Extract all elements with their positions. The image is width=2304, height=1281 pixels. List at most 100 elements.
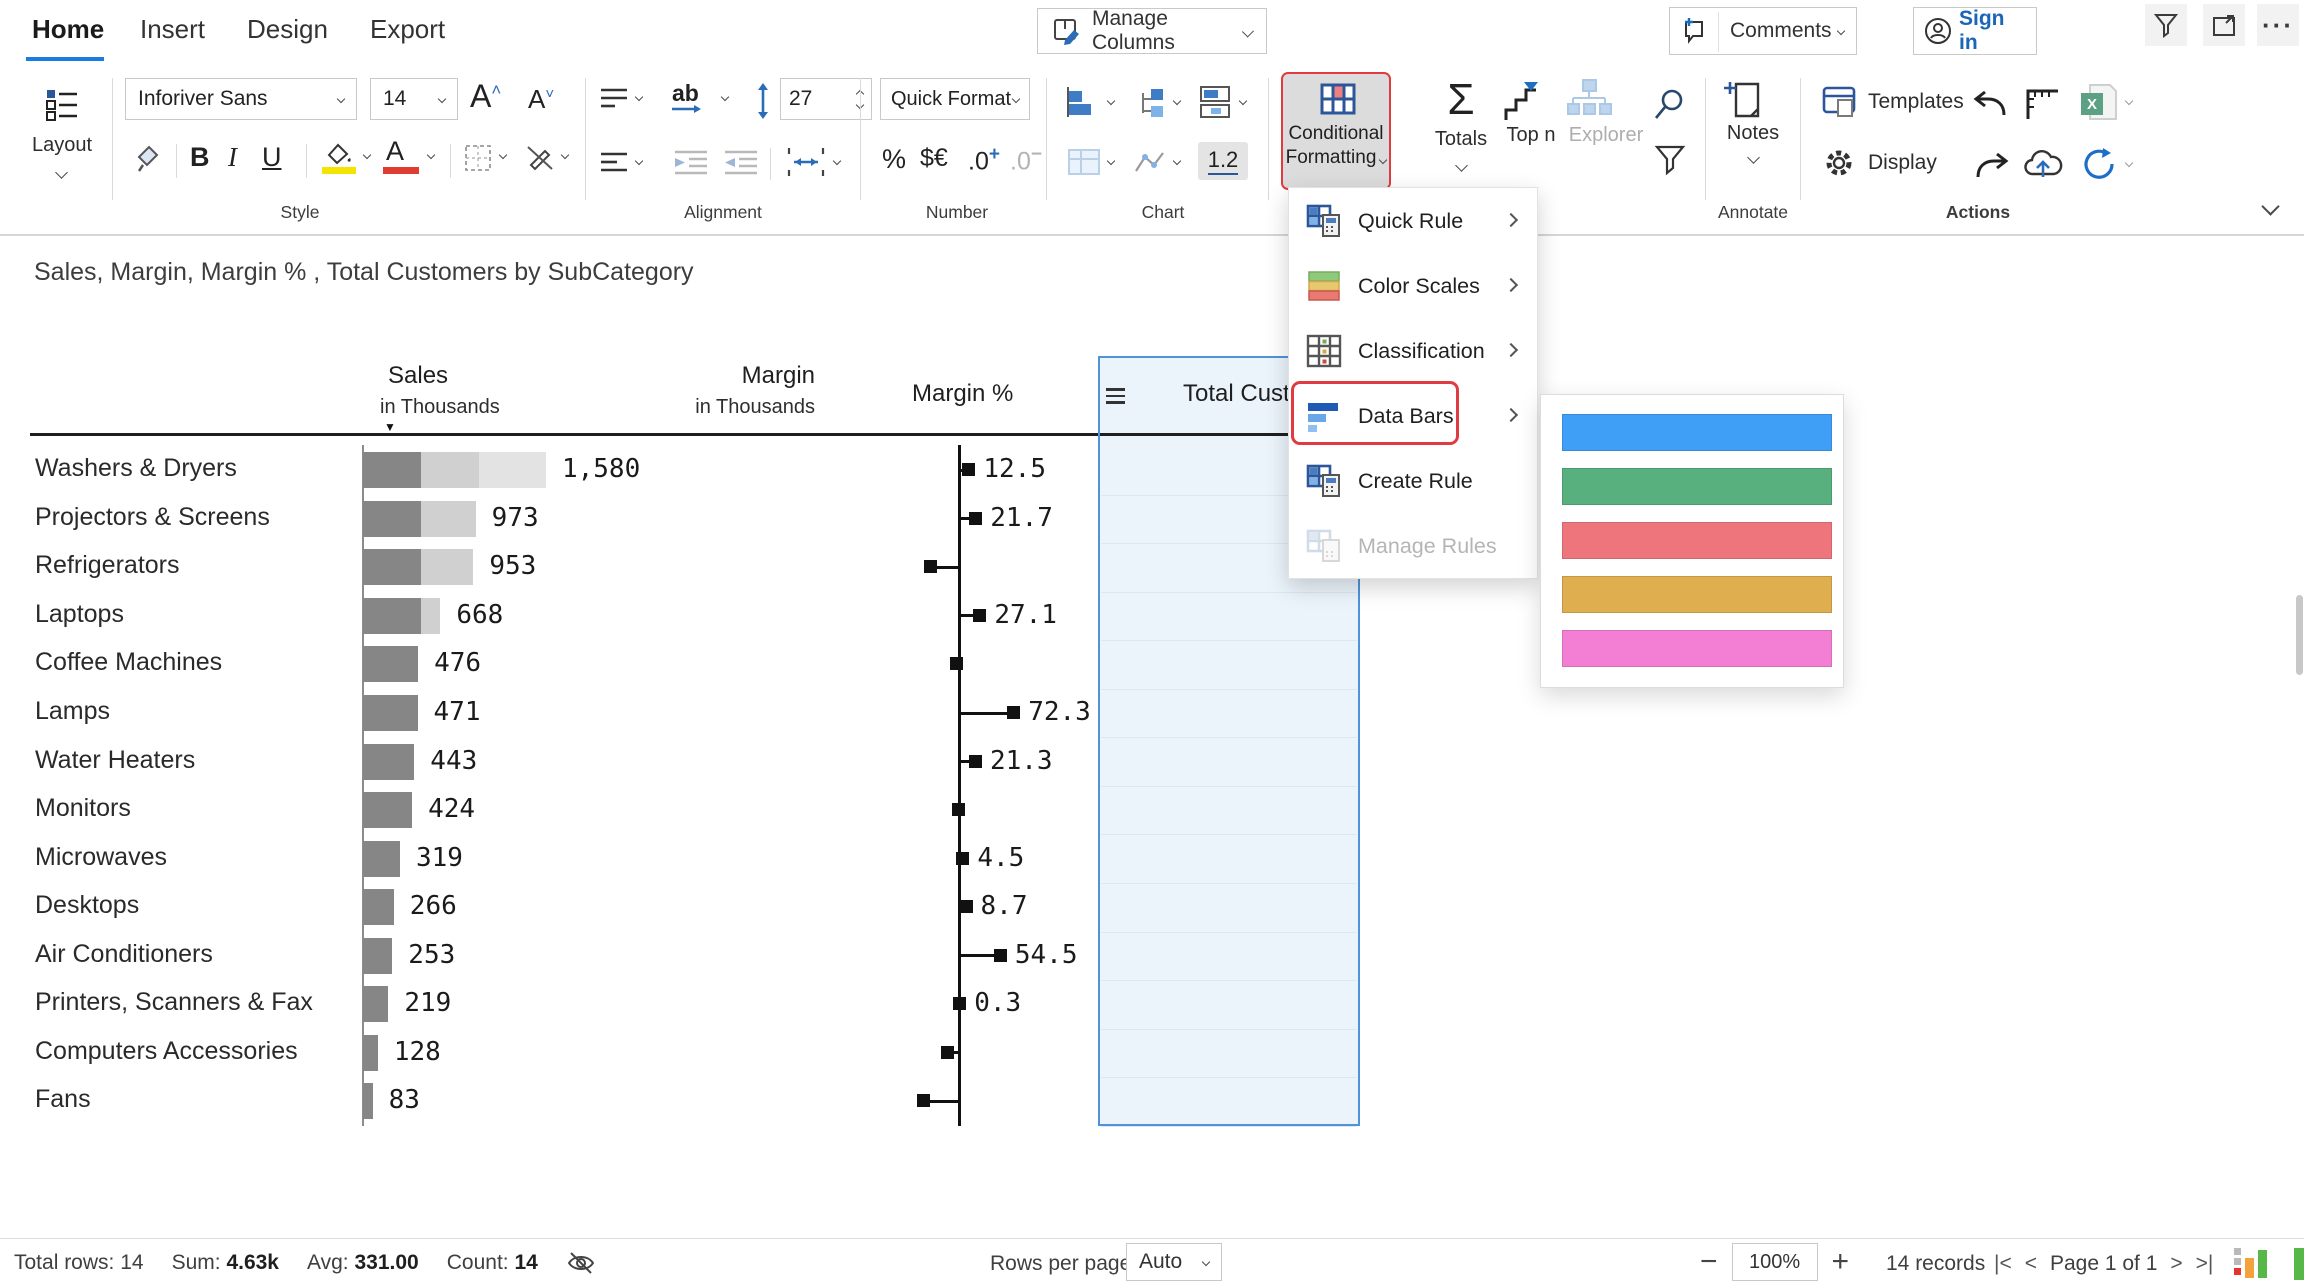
sales-value[interactable]: 219 bbox=[404, 988, 451, 1018]
increase-indent-icon[interactable] bbox=[722, 146, 760, 178]
bold-button[interactable]: B bbox=[190, 142, 210, 173]
chevron-down-icon[interactable] bbox=[635, 157, 643, 165]
chevron-down-icon[interactable] bbox=[1239, 97, 1247, 105]
row-label[interactable]: Computers Accessories bbox=[35, 1037, 298, 1066]
menu-item-create-rule[interactable]: Create Rule bbox=[1292, 450, 1534, 512]
rows-per-page-select[interactable]: Auto bbox=[1126, 1243, 1222, 1281]
chevron-down-icon[interactable] bbox=[721, 93, 729, 101]
templates-button[interactable]: Templates bbox=[1822, 86, 1964, 118]
search-icon[interactable] bbox=[1652, 86, 1688, 122]
cloud-upload-icon[interactable] bbox=[2022, 146, 2064, 182]
sort-descending-icon[interactable]: ▼ bbox=[384, 420, 396, 434]
tab-export[interactable]: Export bbox=[370, 14, 445, 45]
margin-pct-value[interactable]: 12.5 bbox=[983, 454, 1046, 484]
row-label[interactable]: Projectors & Screens bbox=[35, 503, 270, 532]
sales-value[interactable]: 443 bbox=[430, 746, 477, 776]
chevron-down-icon[interactable] bbox=[635, 93, 643, 101]
sales-value[interactable]: 424 bbox=[428, 794, 475, 824]
row-label[interactable]: Printers, Scanners & Fax bbox=[35, 988, 313, 1017]
last-page-button[interactable]: >| bbox=[2196, 1252, 2214, 1276]
margin-pct-value[interactable]: 54.5 bbox=[1015, 940, 1078, 970]
chevron-down-icon[interactable] bbox=[2125, 159, 2133, 167]
menu-item-manage-rules[interactable]: Manage Rules bbox=[1292, 515, 1534, 577]
ruler-icon[interactable] bbox=[2022, 84, 2062, 122]
row-label[interactable]: Coffee Machines bbox=[35, 648, 222, 677]
filter-icon[interactable] bbox=[2145, 4, 2187, 46]
chevron-down-icon[interactable] bbox=[1173, 97, 1181, 105]
undo-icon[interactable] bbox=[1970, 86, 2012, 122]
sales-value[interactable]: 953 bbox=[489, 551, 536, 581]
row-label[interactable]: Laptops bbox=[35, 600, 124, 629]
font-color-button[interactable]: A bbox=[386, 136, 404, 167]
explorer-button[interactable]: Explorer bbox=[1566, 78, 1646, 147]
italic-button[interactable]: I bbox=[228, 142, 237, 173]
data-bar-color-option[interactable] bbox=[1562, 468, 1832, 505]
first-page-button[interactable]: |< bbox=[1994, 1252, 2012, 1276]
row-label[interactable]: Fans bbox=[35, 1085, 91, 1114]
prev-page-button[interactable]: < bbox=[2025, 1252, 2037, 1276]
margin-pct-value[interactable]: 27.1 bbox=[994, 600, 1057, 630]
sign-in-button[interactable]: Sign in bbox=[1913, 7, 2037, 55]
combo-chart-icon[interactable] bbox=[1198, 84, 1234, 120]
chevron-down-icon[interactable] bbox=[2125, 97, 2133, 105]
data-bar-color-option[interactable] bbox=[1562, 630, 1832, 667]
column-width-icon[interactable] bbox=[784, 144, 828, 180]
chevron-down-icon[interactable] bbox=[833, 157, 841, 165]
sales-value[interactable]: 476 bbox=[434, 648, 481, 678]
data-bar-color-option[interactable] bbox=[1562, 522, 1832, 559]
margin-pct-value[interactable]: 4.5 bbox=[977, 843, 1024, 873]
zoom-level[interactable]: 100% bbox=[1732, 1243, 1818, 1281]
zoom-out-button[interactable]: − bbox=[1700, 1244, 1718, 1280]
chevron-down-icon[interactable] bbox=[499, 151, 507, 159]
hierarchy-chart-icon[interactable] bbox=[1132, 84, 1168, 120]
tab-home[interactable]: Home bbox=[32, 14, 104, 45]
hide-summary-icon[interactable] bbox=[566, 1250, 596, 1276]
sparkline-icon[interactable] bbox=[1132, 146, 1168, 178]
row-label[interactable]: Desktops bbox=[35, 891, 139, 920]
row-label[interactable]: Water Heaters bbox=[35, 746, 195, 775]
font-name-select[interactable]: Inforiver Sans bbox=[125, 78, 357, 120]
totals-button[interactable]: Σ Totals bbox=[1428, 74, 1494, 175]
margin-pct-value[interactable]: 8.7 bbox=[981, 891, 1028, 921]
sales-value[interactable]: 253 bbox=[408, 940, 455, 970]
chevron-down-icon[interactable] bbox=[561, 151, 569, 159]
increase-decimal-button[interactable]: .0+ bbox=[968, 144, 1000, 176]
more-options-icon[interactable]: ··· bbox=[2257, 4, 2299, 46]
wrap-text-icon[interactable]: ab bbox=[672, 80, 702, 115]
increase-font-icon[interactable]: A˄ bbox=[470, 78, 501, 115]
sales-value[interactable]: 266 bbox=[410, 891, 457, 921]
decrease-indent-icon[interactable] bbox=[672, 146, 710, 178]
row-height-stepper[interactable]: 27 bbox=[780, 78, 872, 120]
font-size-select[interactable]: 14 bbox=[370, 78, 458, 120]
margin-pct-value[interactable]: 21.7 bbox=[990, 503, 1053, 533]
column-header-margin-pct[interactable]: Margin % bbox=[912, 380, 1013, 408]
menu-item-classification[interactable]: Classification bbox=[1292, 320, 1534, 382]
sales-value[interactable]: 471 bbox=[434, 697, 481, 727]
chevron-down-icon[interactable] bbox=[1173, 157, 1181, 165]
margin-pct-value[interactable]: 21.3 bbox=[990, 746, 1053, 776]
sales-value[interactable]: 668 bbox=[456, 600, 503, 630]
table-style-icon[interactable] bbox=[1066, 146, 1102, 178]
decrease-decimal-button[interactable]: .0− bbox=[1010, 144, 1042, 176]
number-format-badge[interactable]: 1.2 bbox=[1198, 142, 1248, 180]
row-label[interactable]: Microwaves bbox=[35, 843, 167, 872]
bar-chart-icon[interactable] bbox=[1066, 84, 1102, 120]
comments-button[interactable]: Comments bbox=[1669, 7, 1857, 55]
chevron-down-icon[interactable] bbox=[427, 151, 435, 159]
data-bar-color-option[interactable] bbox=[1562, 576, 1832, 613]
top-n-button[interactable]: Top n bbox=[1498, 80, 1564, 147]
horizontal-align-icon[interactable] bbox=[598, 148, 630, 178]
data-bar-color-option[interactable] bbox=[1562, 414, 1832, 451]
collapse-ribbon-icon[interactable] bbox=[2261, 197, 2279, 215]
sales-value[interactable]: 319 bbox=[416, 843, 463, 873]
vertical-align-icon[interactable] bbox=[598, 84, 630, 114]
percent-format-button[interactable]: % bbox=[882, 144, 906, 175]
zoom-in-button[interactable]: + bbox=[1832, 1244, 1850, 1280]
borders-icon[interactable] bbox=[462, 142, 494, 174]
row-label[interactable]: Air Conditioners bbox=[35, 940, 213, 969]
row-label[interactable]: Lamps bbox=[35, 697, 110, 726]
margin-pct-value[interactable]: 72.3 bbox=[1028, 697, 1091, 727]
fill-color-button[interactable] bbox=[320, 140, 356, 166]
margin-pct-value[interactable]: 0.3 bbox=[974, 988, 1021, 1018]
menu-item-color-scales[interactable]: Color Scales bbox=[1292, 255, 1534, 317]
